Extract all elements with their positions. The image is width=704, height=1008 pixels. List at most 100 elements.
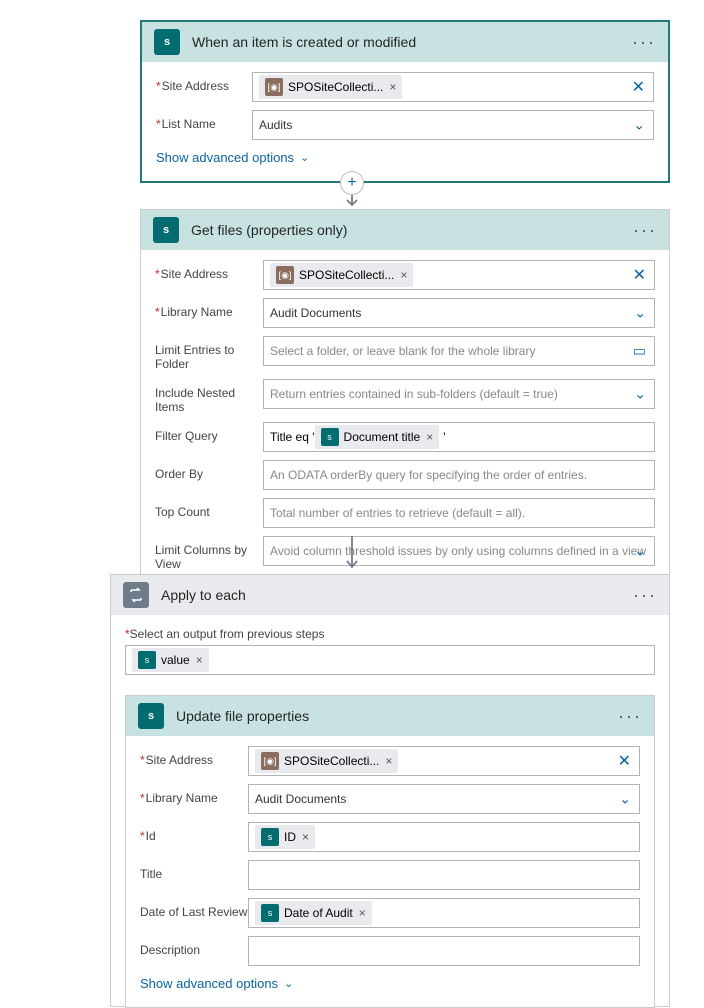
site-pill: [◉] SPOSiteCollecti... × [270, 263, 413, 287]
sharepoint-icon: s [138, 651, 156, 669]
pill-close-icon[interactable]: × [196, 653, 203, 667]
clear-icon[interactable]: ✕ [618, 751, 631, 771]
pill-close-icon[interactable]: × [359, 906, 366, 920]
chevron-down-icon[interactable]: ⌄ [634, 543, 646, 560]
apply-menu[interactable]: ··· [633, 585, 657, 606]
top-count-placeholder: Total number of entries to retrieve (def… [270, 506, 648, 520]
order-by-placeholder: An ODATA orderBy query for specifying th… [270, 468, 648, 482]
site-pill: [◉] SPOSiteCollecti... × [255, 749, 398, 773]
library-name-select[interactable]: Audit Documents ⌄ [263, 298, 655, 328]
sharepoint-icon: s [153, 217, 179, 243]
apply-title: Apply to each [161, 587, 633, 603]
site-value: SPOSiteCollecti... [299, 268, 394, 282]
update-header[interactable]: s Update file properties ··· [126, 696, 654, 736]
getfiles-menu[interactable]: ··· [633, 220, 657, 241]
sharepoint-icon: s [261, 828, 279, 846]
filter-suffix: ' [443, 430, 445, 444]
library-name-label: Library Name [155, 298, 263, 319]
title-input[interactable] [248, 860, 640, 890]
site-address-input[interactable]: [◉] SPOSiteCollecti... × ✕ [252, 72, 654, 102]
trigger-menu[interactable]: ··· [632, 32, 656, 53]
chevron-down-icon[interactable]: ⌄ [633, 117, 645, 134]
trigger-title: When an item is created or modified [192, 34, 632, 50]
apply-header[interactable]: Apply to each ··· [111, 575, 669, 615]
library-name-value: Audit Documents [255, 792, 633, 806]
env-icon: [◉] [261, 752, 279, 770]
site-address-label: Site Address [155, 260, 263, 281]
getfiles-title: Get files (properties only) [191, 222, 633, 238]
limit-cols-placeholder: Avoid column threshold issues by only us… [270, 544, 648, 558]
update-title: Update file properties [176, 708, 618, 724]
top-count-label: Top Count [155, 498, 263, 519]
pill-close-icon[interactable]: × [400, 268, 407, 282]
id-label: Id [140, 822, 248, 843]
trigger-card: s When an item is created or modified ··… [140, 20, 670, 183]
filter-token-pill: s Document title × [315, 425, 440, 449]
site-address-label: Site Address [140, 746, 248, 767]
select-output-input[interactable]: s value × [125, 645, 655, 675]
site-value: SPOSiteCollecti... [284, 754, 379, 768]
sharepoint-icon: s [138, 703, 164, 729]
chevron-down-icon[interactable]: ⌄ [634, 305, 646, 322]
limit-folder-placeholder: Select a folder, or leave blank for the … [270, 344, 648, 358]
loop-icon [123, 582, 149, 608]
top-count-input[interactable]: Total number of entries to retrieve (def… [263, 498, 655, 528]
library-name-label: Library Name [140, 784, 248, 805]
site-pill: [◉] SPOSiteCollecti... × [259, 75, 402, 99]
connector-arrow [342, 536, 362, 572]
filter-query-label: Filter Query [155, 422, 263, 443]
filter-token: Document title [344, 430, 421, 444]
id-pill: s ID × [255, 825, 315, 849]
pill-close-icon[interactable]: × [426, 430, 433, 444]
clear-icon[interactable]: ✕ [633, 265, 646, 285]
chevron-down-icon: ⌄ [284, 977, 293, 990]
description-label: Description [140, 936, 248, 957]
sharepoint-icon: s [321, 428, 339, 446]
getfiles-card: s Get files (properties only) ··· Site A… [140, 209, 670, 613]
value-token: value [161, 653, 190, 667]
list-value: Audits [259, 118, 647, 132]
order-by-input[interactable]: An ODATA orderBy query for specifying th… [263, 460, 655, 490]
nested-select[interactable]: Return entries contained in sub-folders … [263, 379, 655, 409]
site-address-label: Site Address [156, 72, 252, 93]
limit-folder-input[interactable]: Select a folder, or leave blank for the … [263, 336, 655, 366]
limit-folder-label: Limit Entries to Folder [155, 336, 263, 371]
env-icon: [◉] [265, 78, 283, 96]
pill-close-icon[interactable]: × [302, 830, 309, 844]
list-name-label: List Name [156, 110, 252, 131]
list-name-select[interactable]: Audits ⌄ [252, 110, 654, 140]
update-card: s Update file properties ··· Site Addres… [125, 695, 655, 1008]
date-pill: s Date of Audit × [255, 901, 372, 925]
folder-icon[interactable]: ▭ [633, 343, 646, 360]
limit-cols-select[interactable]: Avoid column threshold issues by only us… [263, 536, 655, 566]
select-output-label: Select an output from previous steps [125, 627, 655, 641]
id-token: ID [284, 830, 296, 844]
clear-icon[interactable]: ✕ [632, 77, 645, 97]
show-advanced-link[interactable]: Show advanced options⌄ [156, 150, 309, 165]
chevron-down-icon[interactable]: ⌄ [619, 791, 631, 808]
pill-close-icon[interactable]: × [385, 754, 392, 768]
add-step-button[interactable]: + [340, 171, 364, 195]
apply-to-each-card: Apply to each ··· Select an output from … [110, 574, 670, 1007]
chevron-down-icon: ⌄ [300, 151, 309, 164]
limit-cols-label: Limit Columns by View [155, 536, 263, 571]
nested-label: Include Nested Items [155, 379, 263, 414]
title-label: Title [140, 860, 248, 881]
show-advanced-link[interactable]: Show advanced options⌄ [140, 976, 293, 991]
id-input[interactable]: s ID × [248, 822, 640, 852]
site-value: SPOSiteCollecti... [288, 80, 383, 94]
pill-close-icon[interactable]: × [389, 80, 396, 94]
site-address-input[interactable]: [◉] SPOSiteCollecti... × ✕ [263, 260, 655, 290]
site-address-input[interactable]: [◉] SPOSiteCollecti... × ✕ [248, 746, 640, 776]
filter-query-input[interactable]: Title eq ' s Document title × ' [263, 422, 655, 452]
update-menu[interactable]: ··· [618, 706, 642, 727]
env-icon: [◉] [276, 266, 294, 284]
library-name-select[interactable]: Audit Documents ⌄ [248, 784, 640, 814]
chevron-down-icon[interactable]: ⌄ [634, 386, 646, 403]
trigger-header[interactable]: s When an item is created or modified ··… [142, 22, 668, 62]
description-input[interactable] [248, 936, 640, 966]
sharepoint-icon: s [261, 904, 279, 922]
date-input[interactable]: s Date of Audit × [248, 898, 640, 928]
date-token: Date of Audit [284, 906, 353, 920]
getfiles-header[interactable]: s Get files (properties only) ··· [141, 210, 669, 250]
